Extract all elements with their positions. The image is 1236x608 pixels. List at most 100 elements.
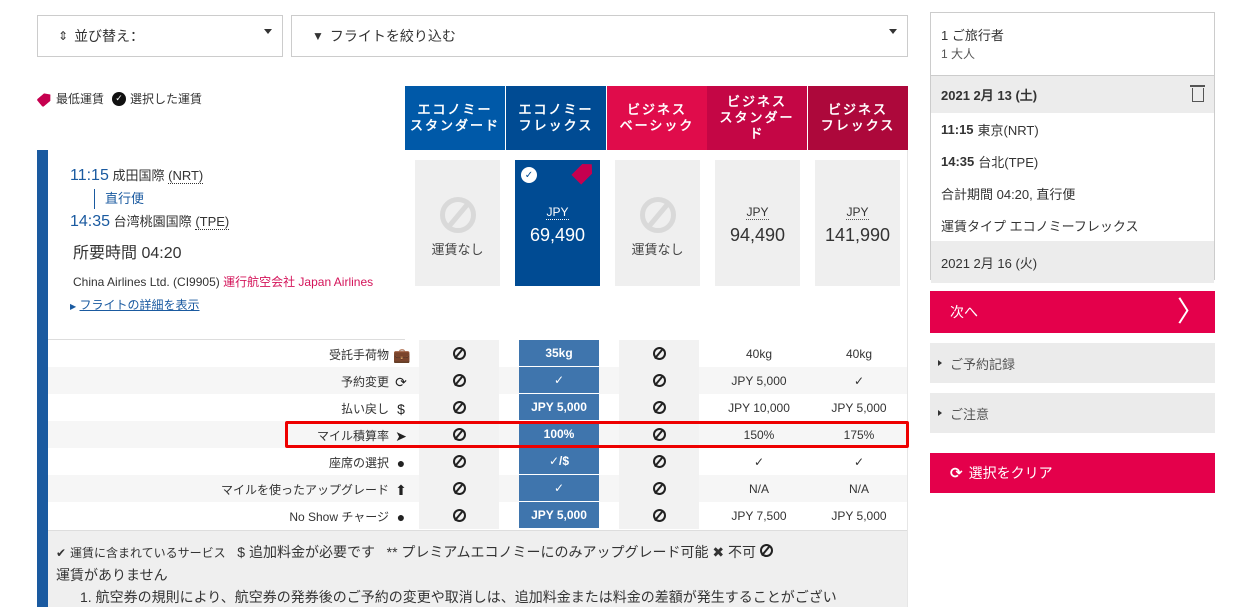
summary-dep-time: 11:15: [941, 121, 974, 137]
benefit-cell: 150%: [719, 421, 799, 448]
flight-details-link[interactable]: フライトの詳細を表示: [80, 298, 200, 312]
benefit-cell: N/A: [719, 475, 799, 502]
benefit-row: No Show チャージ ● JPY 5,000 JPY 7,500 JPY 5,000: [48, 502, 907, 529]
fare-header-line1: エコノミー: [518, 102, 594, 117]
caret-right-icon: ▶: [70, 302, 77, 311]
benefit-cell: 40kg: [819, 340, 899, 367]
dollar-icon: $: [237, 544, 246, 560]
adult-count: 1 大人: [941, 47, 976, 61]
benefit-cell: ✓: [519, 475, 599, 502]
prohibited-icon: [639, 197, 676, 233]
fare-amount: 141,990: [824, 225, 891, 245]
benefit-value: 40kg: [745, 346, 773, 361]
fare-option[interactable]: ✓ JPY 69,490: [515, 160, 600, 286]
filter-label: フライトを絞り込む: [329, 28, 456, 44]
fare-amount: 94,490: [729, 225, 786, 245]
benefit-value: JPY 5,000: [831, 508, 887, 523]
prohibited-icon: [652, 347, 666, 360]
fare-header-line2: スタンダード: [409, 118, 500, 133]
prohibited-icon: [652, 455, 666, 468]
benefit-cell: JPY 5,000: [519, 502, 599, 529]
legend-lowest-fare: 最低運賃: [56, 92, 105, 106]
benefit-label: マイルを使ったアップグレード: [220, 483, 389, 497]
chevron-down-icon: [264, 29, 272, 34]
fare-column-header[interactable]: ビジネス フレックス: [808, 86, 908, 150]
fare-header-line1: ビジネス: [626, 102, 687, 117]
sort-select[interactable]: ⇕ 並び替え：: [37, 15, 283, 57]
benefit-cell: [419, 367, 499, 394]
next-label: 次へ: [950, 304, 978, 320]
departure-airport: 成田国際: [112, 168, 165, 183]
benefit-label: 予約変更: [340, 375, 389, 389]
benefit-cell: JPY 5,000: [719, 367, 799, 394]
arrival-time: 14:35: [70, 213, 111, 230]
benefit-cell: JPY 7,500: [719, 502, 799, 529]
benefit-cell: JPY 5,000: [819, 502, 899, 529]
benefit-cell: [619, 421, 699, 448]
benefit-row: マイル積算率 ➤ 100% 150% 175%: [48, 421, 907, 448]
prohibited-icon: [452, 455, 466, 468]
fare-option[interactable]: JPY 94,490: [715, 160, 800, 286]
benefit-value: ✓: [853, 373, 865, 388]
summary-duration: 合計期間 04:20, 直行便: [941, 186, 1076, 202]
sort-icon: ⇕: [58, 29, 69, 43]
return-date: 2021 2月 16 (火): [931, 241, 1214, 283]
carrier: China Airlines Ltd. (CI9905): [73, 275, 220, 289]
x-icon: ✖: [712, 544, 725, 560]
benefit-cell: [419, 421, 499, 448]
next-button[interactable]: 次へ 〉: [930, 291, 1215, 333]
prohibited-icon: [652, 374, 666, 387]
benefit-value: ✓/$: [548, 454, 570, 468]
caret-right-icon: [938, 360, 942, 366]
notice-label: ご注意: [950, 406, 990, 422]
clear-selection-button[interactable]: ⟳ 選択をクリア: [930, 453, 1215, 493]
fare-option[interactable]: JPY 141,990: [815, 160, 900, 286]
fare-header-line1: エコノミー: [417, 102, 493, 117]
fare-currency: JPY: [746, 205, 769, 220]
benefit-value: JPY 5,000: [531, 400, 587, 414]
paper-plane-icon: ➤: [395, 427, 407, 444]
benefit-value: 40kg: [845, 346, 873, 361]
notice-accordion[interactable]: ご注意: [930, 393, 1215, 433]
prohibited-icon: [759, 544, 773, 557]
summary-arr-time: 14:35: [941, 153, 975, 169]
flight-info: 11:15 成田国際 (NRT) 直行便 14:35 台湾桃園国際 (TPE) …: [70, 165, 373, 313]
arrival-airport: 台湾桃園国際: [113, 214, 192, 229]
departure-code: (NRT): [168, 168, 204, 184]
fare-legend: 最低運賃 ✓ 選択した運賃: [38, 90, 202, 107]
fare-column-header[interactable]: ビジネス ベーシック: [607, 86, 707, 150]
benefit-cell: [619, 448, 699, 475]
benefit-value: ✓: [553, 373, 565, 387]
arrival-code: (TPE): [195, 214, 230, 230]
fare-header-line2: フレックス: [820, 118, 896, 133]
operated-by: 運行航空会社 Japan Airlines: [223, 275, 374, 289]
benefit-cell: ✓: [819, 367, 899, 394]
fare-column-header[interactable]: ビジネス スタンダード: [707, 86, 807, 150]
benefit-cell: [419, 502, 499, 529]
fare-column-header[interactable]: エコノミー スタンダード: [405, 86, 505, 150]
booking-record-accordion[interactable]: ご予約記録: [930, 343, 1215, 383]
check-icon: ✔: [56, 546, 67, 560]
prohibited-icon: [452, 482, 466, 495]
fare-column-header[interactable]: エコノミー フレックス: [506, 86, 606, 150]
benefit-cell: [419, 448, 499, 475]
fare-option: 運賃なし: [415, 160, 500, 286]
legend-selected-fare: 選択した運賃: [130, 92, 203, 106]
benefit-cell: 35kg: [519, 340, 599, 367]
summary-dep-city: 東京(NRT): [977, 122, 1039, 138]
benefit-cell: 40kg: [719, 340, 799, 367]
benefit-value: ✓: [553, 481, 565, 495]
prohibited-icon: [452, 347, 466, 360]
benefit-label: 座席の選択: [328, 456, 389, 470]
flight-card-accent: [37, 150, 48, 607]
benefit-row: 払い戻し $ JPY 5,000 JPY 10,000 JPY 5,000: [48, 394, 907, 421]
benefit-cell: [619, 340, 699, 367]
clear-label: 選択をクリア: [968, 465, 1053, 481]
trash-icon[interactable]: [1190, 84, 1205, 102]
fare-currency: JPY: [846, 205, 869, 220]
caret-right-icon: [938, 410, 942, 416]
benefit-row: 予約変更 ⟳ ✓ JPY 5,000 ✓: [48, 367, 907, 394]
sort-label: 並び替え：: [74, 28, 145, 44]
filter-select[interactable]: ▼ フライトを絞り込む: [291, 15, 908, 57]
benefit-cell: [619, 502, 699, 529]
